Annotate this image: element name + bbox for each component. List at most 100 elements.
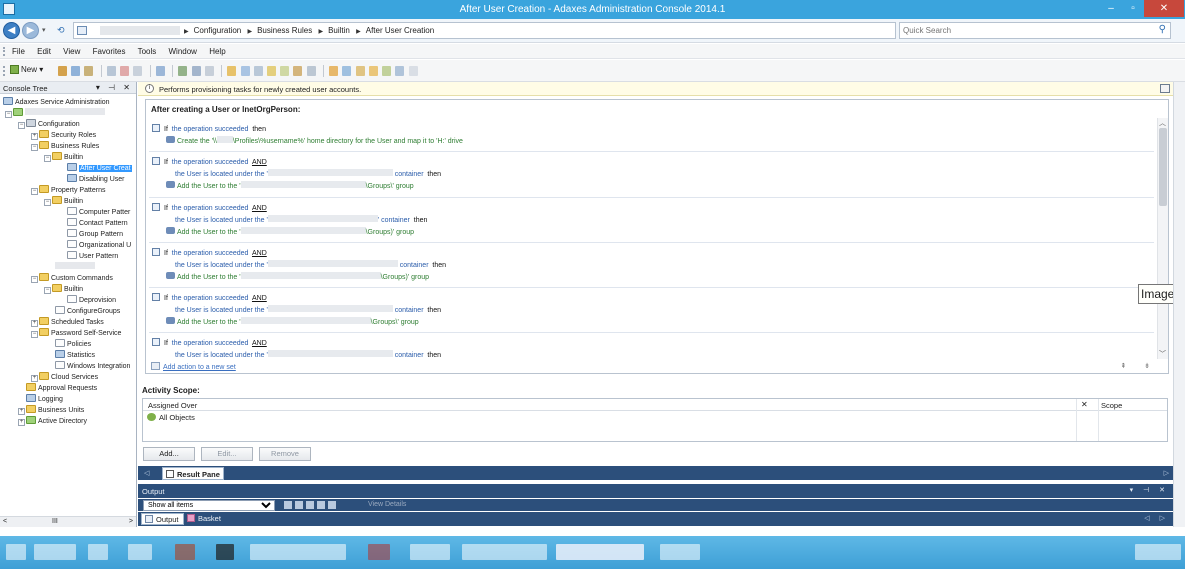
quick-search-input[interactable] [900, 23, 1150, 38]
taskbar-item[interactable] [34, 544, 76, 560]
properties-icon[interactable] [155, 66, 165, 76]
close-button[interactable]: ✕ [1144, 0, 1184, 17]
more-icon[interactable] [204, 66, 214, 76]
maximize-button[interactable]: ▫ [1122, 0, 1144, 17]
tree-node-scheduled-tasks[interactable]: + Scheduled Tasks [31, 317, 104, 327]
tree-node-password-self-service[interactable]: − Password Self-Service [31, 328, 121, 338]
result-pane-tab[interactable]: Result Pane [162, 467, 224, 480]
tree-node-adaxes[interactable]: Adaxes Service Administration [3, 97, 110, 107]
condition-checkbox-icon[interactable] [152, 293, 160, 301]
reorder-buttons[interactable]: ⇞ ⇟ [1120, 362, 1158, 370]
tree-node-builtin[interactable]: − Builtin [44, 152, 83, 162]
scroll-left-icon[interactable]: ◁ [144, 469, 149, 477]
folder-icon[interactable] [227, 66, 237, 76]
output-controls[interactable]: ▾ ⊣ ✕ [1130, 486, 1169, 494]
taskbar-item[interactable] [556, 544, 644, 560]
new-dropdown-icon[interactable]: ▾ [39, 65, 43, 74]
tree-node-active-directory[interactable]: + Active Directory [18, 416, 87, 426]
action-link[interactable]: Add the User to the ' \Groups)' group [166, 227, 414, 236]
edit-scope-button[interactable]: Edit... [201, 447, 253, 461]
taskbar-item[interactable] [6, 544, 26, 560]
paste-icon[interactable] [84, 66, 94, 76]
scroll-right-icon[interactable]: > [129, 518, 133, 525]
output-filter-select[interactable]: Show all items [143, 500, 275, 511]
tree-node-builtin-patterns[interactable]: − Builtin [44, 196, 83, 206]
output-tool-icon[interactable] [295, 501, 303, 509]
tree-node-contact-pattern[interactable]: Contact Pattern [67, 218, 128, 228]
output-tool-icon[interactable] [317, 501, 325, 509]
user-icon[interactable] [178, 66, 188, 76]
search-icon[interactable]: ⚲ [1159, 24, 1166, 35]
menu-edit[interactable]: Edit [37, 47, 51, 56]
add-action-to-new-set-link[interactable]: Add action to a new set [151, 362, 236, 371]
taskbar-item[interactable] [660, 544, 700, 560]
system-tray[interactable] [1135, 544, 1181, 560]
delete-icon[interactable] [120, 66, 130, 76]
tree-node-approval-requests[interactable]: Approval Requests [26, 383, 97, 393]
column-assigned-over[interactable]: Assigned Over [148, 401, 197, 410]
condition-checkbox-icon[interactable] [152, 124, 160, 132]
condition-link[interactable]: the User is located under the ' [175, 217, 268, 224]
task-icon[interactable] [382, 66, 392, 76]
condition-link[interactable]: the operation succeeded [172, 126, 249, 133]
add-scope-button[interactable]: Add... [143, 447, 195, 461]
scroll-down-icon[interactable]: ﹀ [1159, 349, 1166, 359]
taskbar-item[interactable] [216, 544, 234, 560]
condition-checkbox-icon[interactable] [152, 203, 160, 211]
tree-node-computer-pattern[interactable]: Computer Patter [67, 207, 130, 217]
new-button[interactable]: New ▾ [10, 65, 43, 74]
condition-link[interactable]: the User is located under the ' [175, 262, 268, 269]
rule-icon[interactable] [329, 66, 339, 76]
scroll-thumb[interactable] [1159, 128, 1167, 206]
condition-checkbox-icon[interactable] [152, 157, 160, 165]
taskbar-item[interactable] [128, 544, 152, 560]
report-icon[interactable] [395, 66, 405, 76]
tree-node-security-roles[interactable]: + Security Roles [31, 130, 96, 140]
tree-node-group-pattern[interactable]: Group Pattern [67, 229, 123, 239]
printer-icon[interactable] [280, 66, 290, 76]
condition-link[interactable]: the User is located under the ' [175, 171, 268, 178]
pattern-icon[interactable] [355, 66, 365, 76]
move-icon[interactable] [133, 66, 143, 76]
taskbar-item[interactable] [250, 544, 346, 560]
output-tool-icon[interactable] [284, 501, 292, 509]
forward-button[interactable]: ▶ [22, 22, 39, 39]
menu-favorites[interactable]: Favorites [93, 47, 126, 56]
output-tool-icon[interactable] [328, 501, 336, 509]
menu-window[interactable]: Window [169, 47, 197, 56]
view-details-button[interactable]: View Details [368, 501, 406, 508]
command-icon[interactable] [368, 66, 378, 76]
tree-node-business-units[interactable]: + Business Units [18, 405, 84, 415]
table-row[interactable]: All Objects [147, 413, 195, 422]
condition-checkbox-icon[interactable] [152, 338, 160, 346]
back-button[interactable]: ◀ [3, 22, 20, 39]
tree-node-logging[interactable]: Logging [26, 394, 63, 404]
copy-icon[interactable] [71, 66, 81, 76]
clear-column-icon[interactable]: ✕ [1081, 400, 1088, 409]
breadcrumb-business-rules[interactable]: Business Rules [257, 26, 312, 35]
tree-node-after-user-creation[interactable]: After User Creat [67, 163, 132, 173]
rename-icon[interactable] [106, 66, 116, 76]
taskbar-item[interactable] [410, 544, 450, 560]
tree-node-cloud-services[interactable]: + Cloud Services [31, 372, 98, 382]
quick-search[interactable]: ⚲ [899, 22, 1171, 39]
tab-output[interactable]: Output [141, 513, 184, 525]
tree-node-statistics[interactable]: Statistics [55, 350, 95, 360]
tree-node-ou-pattern[interactable]: Organizational U [67, 240, 131, 250]
action-link[interactable]: Add the User to the ' \Groups)' group [166, 272, 429, 281]
action-set[interactable]: If the operation succeeded AND the User … [149, 333, 1154, 359]
cut-icon[interactable] [58, 66, 67, 76]
scroll-right-icon[interactable]: ▷ [1164, 469, 1169, 477]
condition-link[interactable]: the operation succeeded [172, 159, 249, 166]
action-set[interactable]: If the operation succeeded AND the User … [149, 243, 1154, 288]
condition-link[interactable]: the operation succeeded [172, 205, 249, 212]
tree-node-builtin-commands[interactable]: − Builtin [44, 284, 83, 294]
scroll-left-icon[interactable]: < [3, 518, 7, 525]
condition-link[interactable]: the User is located under the ' [175, 307, 268, 314]
history-dropdown-icon[interactable]: ▾ [42, 26, 46, 34]
edit-description-icon[interactable] [1160, 84, 1170, 93]
console-tree-controls[interactable]: ▾ ⊣ ✕ [96, 83, 133, 92]
tree-node-policies[interactable]: Policies [55, 339, 91, 349]
rules-vertical-scrollbar[interactable]: ︿ ﹀ [1157, 118, 1168, 359]
tree-node-disabling-user[interactable]: Disabling User [67, 174, 125, 184]
